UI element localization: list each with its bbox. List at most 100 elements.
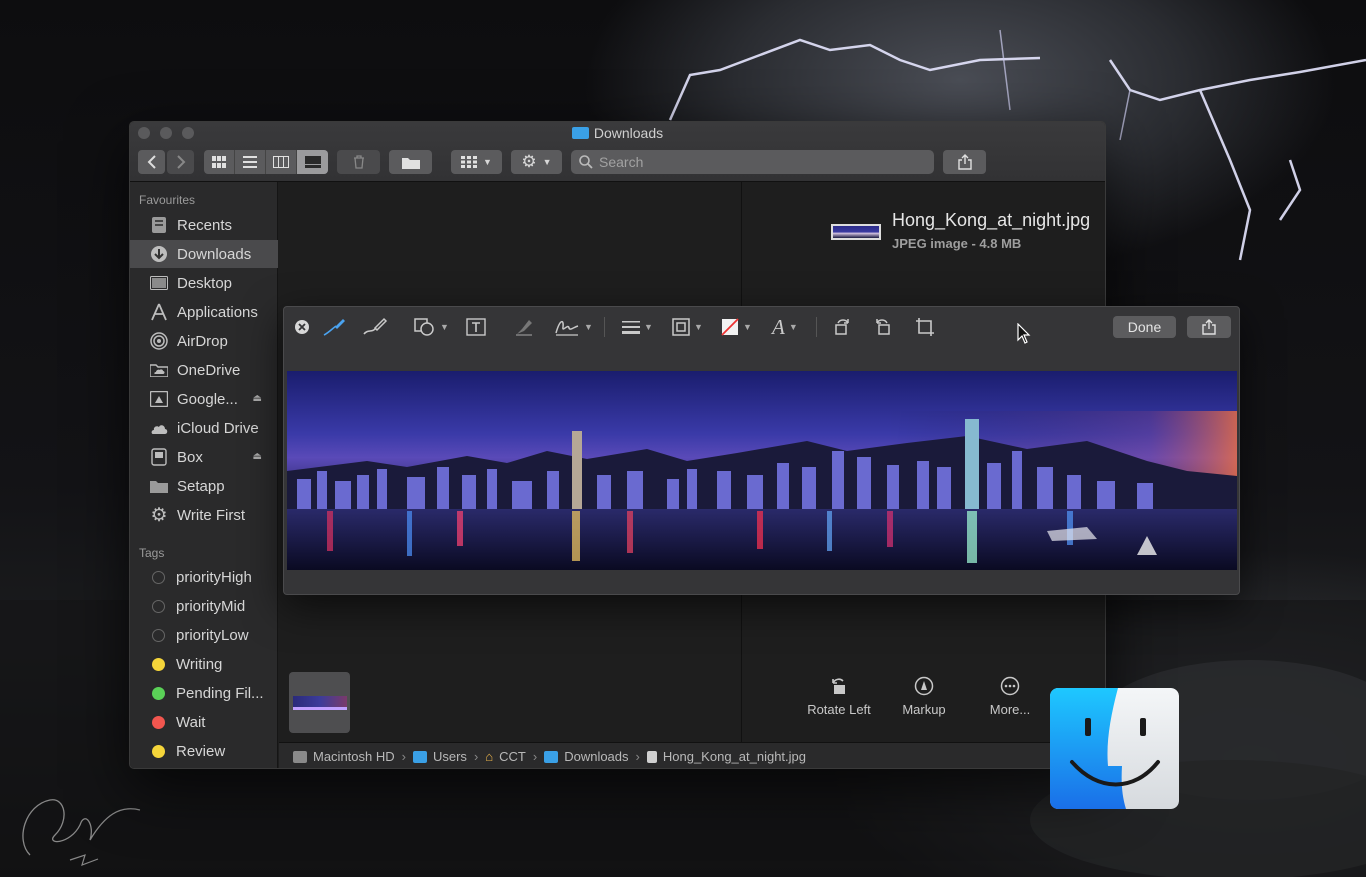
chevron-down-icon: ▼ (440, 322, 449, 332)
tag-dot-icon (152, 600, 165, 613)
forward-button[interactable] (167, 150, 194, 174)
sidebar-item-google-drive[interactable]: Google... ⏏ (130, 385, 278, 413)
rotate-right-tool[interactable] (832, 315, 852, 339)
path-separator-icon: › (636, 749, 640, 764)
sidebar-item-onedrive[interactable]: OneDrive (130, 356, 278, 384)
sidebar-item-recents[interactable]: Recents (130, 211, 278, 239)
path-item-users[interactable]: Users (413, 749, 467, 764)
sidebar-tag-priorityhigh[interactable]: priorityHigh (130, 563, 278, 591)
cloud-icon (149, 418, 169, 438)
sidebar-item-icloud-drive[interactable]: iCloud Drive (130, 414, 278, 442)
path-item-cct[interactable]: ⌂ CCT (485, 749, 526, 764)
gear-icon: ⚙ (521, 152, 536, 172)
border-icon (672, 318, 690, 336)
sidebar-item-label: Writing (176, 656, 222, 673)
toolbar-divider (816, 317, 817, 337)
sidebar-tag-pending-files[interactable]: Pending Fil... (130, 679, 278, 707)
search-field[interactable] (571, 150, 934, 174)
text-tool[interactable] (466, 315, 486, 339)
trash-button[interactable] (337, 150, 380, 174)
eject-icon[interactable]: ⏏ (253, 393, 262, 404)
finder-logo-icon (1050, 688, 1179, 809)
sidebar-item-desktop[interactable]: Desktop (130, 269, 278, 297)
sidebar-item-applications[interactable]: Applications (130, 298, 278, 326)
rotate-right-icon (832, 317, 852, 337)
back-button[interactable] (138, 150, 165, 174)
path-separator-icon: › (474, 749, 478, 764)
text-style-tool[interactable]: A ▼ (772, 315, 798, 339)
favourites-heading: Favourites (139, 193, 195, 207)
column-view-button[interactable] (266, 150, 297, 174)
markup-share-button[interactable] (1187, 316, 1231, 338)
chevron-down-icon: ▼ (743, 322, 752, 332)
group-by-button[interactable]: ▼ (451, 150, 502, 174)
airdrop-icon (149, 331, 169, 351)
window-title: Downloads (130, 125, 1105, 141)
fill-color-tool[interactable]: ▼ (721, 315, 752, 339)
highlighter-icon (514, 317, 534, 337)
folder-icon (149, 476, 169, 496)
sidebar-tag-writing[interactable]: Writing (130, 650, 278, 678)
sketch-tool[interactable] (322, 315, 346, 339)
sidebar-item-airdrop[interactable]: AirDrop (130, 327, 278, 355)
trash-icon (353, 155, 365, 169)
sign-tool[interactable]: ▼ (554, 315, 593, 339)
sidebar-item-downloads[interactable]: Downloads (130, 240, 278, 268)
crop-icon (915, 317, 935, 337)
list-view-button[interactable] (235, 150, 266, 174)
path-item-macintosh-hd[interactable]: Macintosh HD (293, 749, 395, 764)
sidebar-tag-prioritylow[interactable]: priorityLow (130, 621, 278, 649)
chevron-left-icon (147, 155, 157, 169)
more-action[interactable]: More... (965, 676, 1055, 717)
done-button[interactable]: Done (1113, 316, 1176, 338)
downloads-folder-icon (572, 127, 589, 139)
shape-style-tool[interactable]: ▼ (622, 315, 653, 339)
border-color-tool[interactable]: ▼ (672, 315, 703, 339)
share-icon (1202, 319, 1216, 335)
artist-signature (10, 785, 160, 875)
share-icon (958, 154, 972, 170)
rotate-left-icon (829, 676, 849, 696)
file-name: Hong_Kong_at_night.jpg (892, 210, 1090, 231)
new-folder-button[interactable] (389, 150, 432, 174)
close-markup-button[interactable] (294, 315, 310, 339)
icon-view-button[interactable] (204, 150, 235, 174)
highlight-tool[interactable] (514, 315, 534, 339)
pen-icon (322, 317, 346, 337)
path-item-downloads[interactable]: Downloads (544, 749, 628, 764)
search-input[interactable] (599, 154, 919, 170)
sidebar-tag-prioritymid[interactable]: priorityMid (130, 592, 278, 620)
grid-icon (461, 156, 477, 168)
rotate-left-tool[interactable] (873, 315, 893, 339)
sidebar-item-label: Google... (177, 391, 238, 408)
share-button[interactable] (943, 150, 986, 174)
markup-action[interactable]: Markup (879, 676, 969, 717)
sidebar-item-setapp[interactable]: Setapp (130, 472, 278, 500)
shapes-tool[interactable]: ▼ (414, 315, 449, 339)
sidebar-item-write-first[interactable]: ⚙ Write First (130, 501, 278, 529)
rotate-left-action[interactable]: Rotate Left (794, 676, 884, 717)
crop-tool[interactable] (915, 315, 935, 339)
sidebar-tag-wait[interactable]: Wait (130, 708, 278, 736)
sidebar-item-label: OneDrive (177, 362, 240, 379)
eject-icon[interactable]: ⏏ (253, 451, 262, 462)
hard-drive-icon (293, 751, 307, 763)
tag-dot-icon (152, 745, 165, 758)
sidebar-item-label: Recents (177, 217, 232, 234)
sidebar-item-label: Box (177, 449, 203, 466)
cloud-folder-icon (149, 360, 169, 380)
view-mode-segmented-control (204, 150, 328, 174)
sidebar-tag-review[interactable]: Review (130, 737, 278, 765)
tag-dot-icon (152, 716, 165, 729)
gallery-thumbnail[interactable] (289, 672, 350, 733)
brush-icon (362, 317, 388, 337)
gallery-icon (305, 156, 321, 168)
markup-panel: ▼ ▼ ▼ ▼ ▼ A ▼ Done (283, 306, 1240, 595)
path-item-file[interactable]: Hong_Kong_at_night.jpg (647, 749, 806, 764)
gallery-view-button[interactable] (297, 150, 328, 174)
draw-tool[interactable] (362, 315, 388, 339)
tags-heading: Tags (139, 546, 164, 560)
sidebar-item-box[interactable]: Box ⏏ (130, 443, 278, 471)
downloads-icon (149, 244, 169, 264)
action-menu-button[interactable]: ⚙ ▼ (511, 150, 562, 174)
